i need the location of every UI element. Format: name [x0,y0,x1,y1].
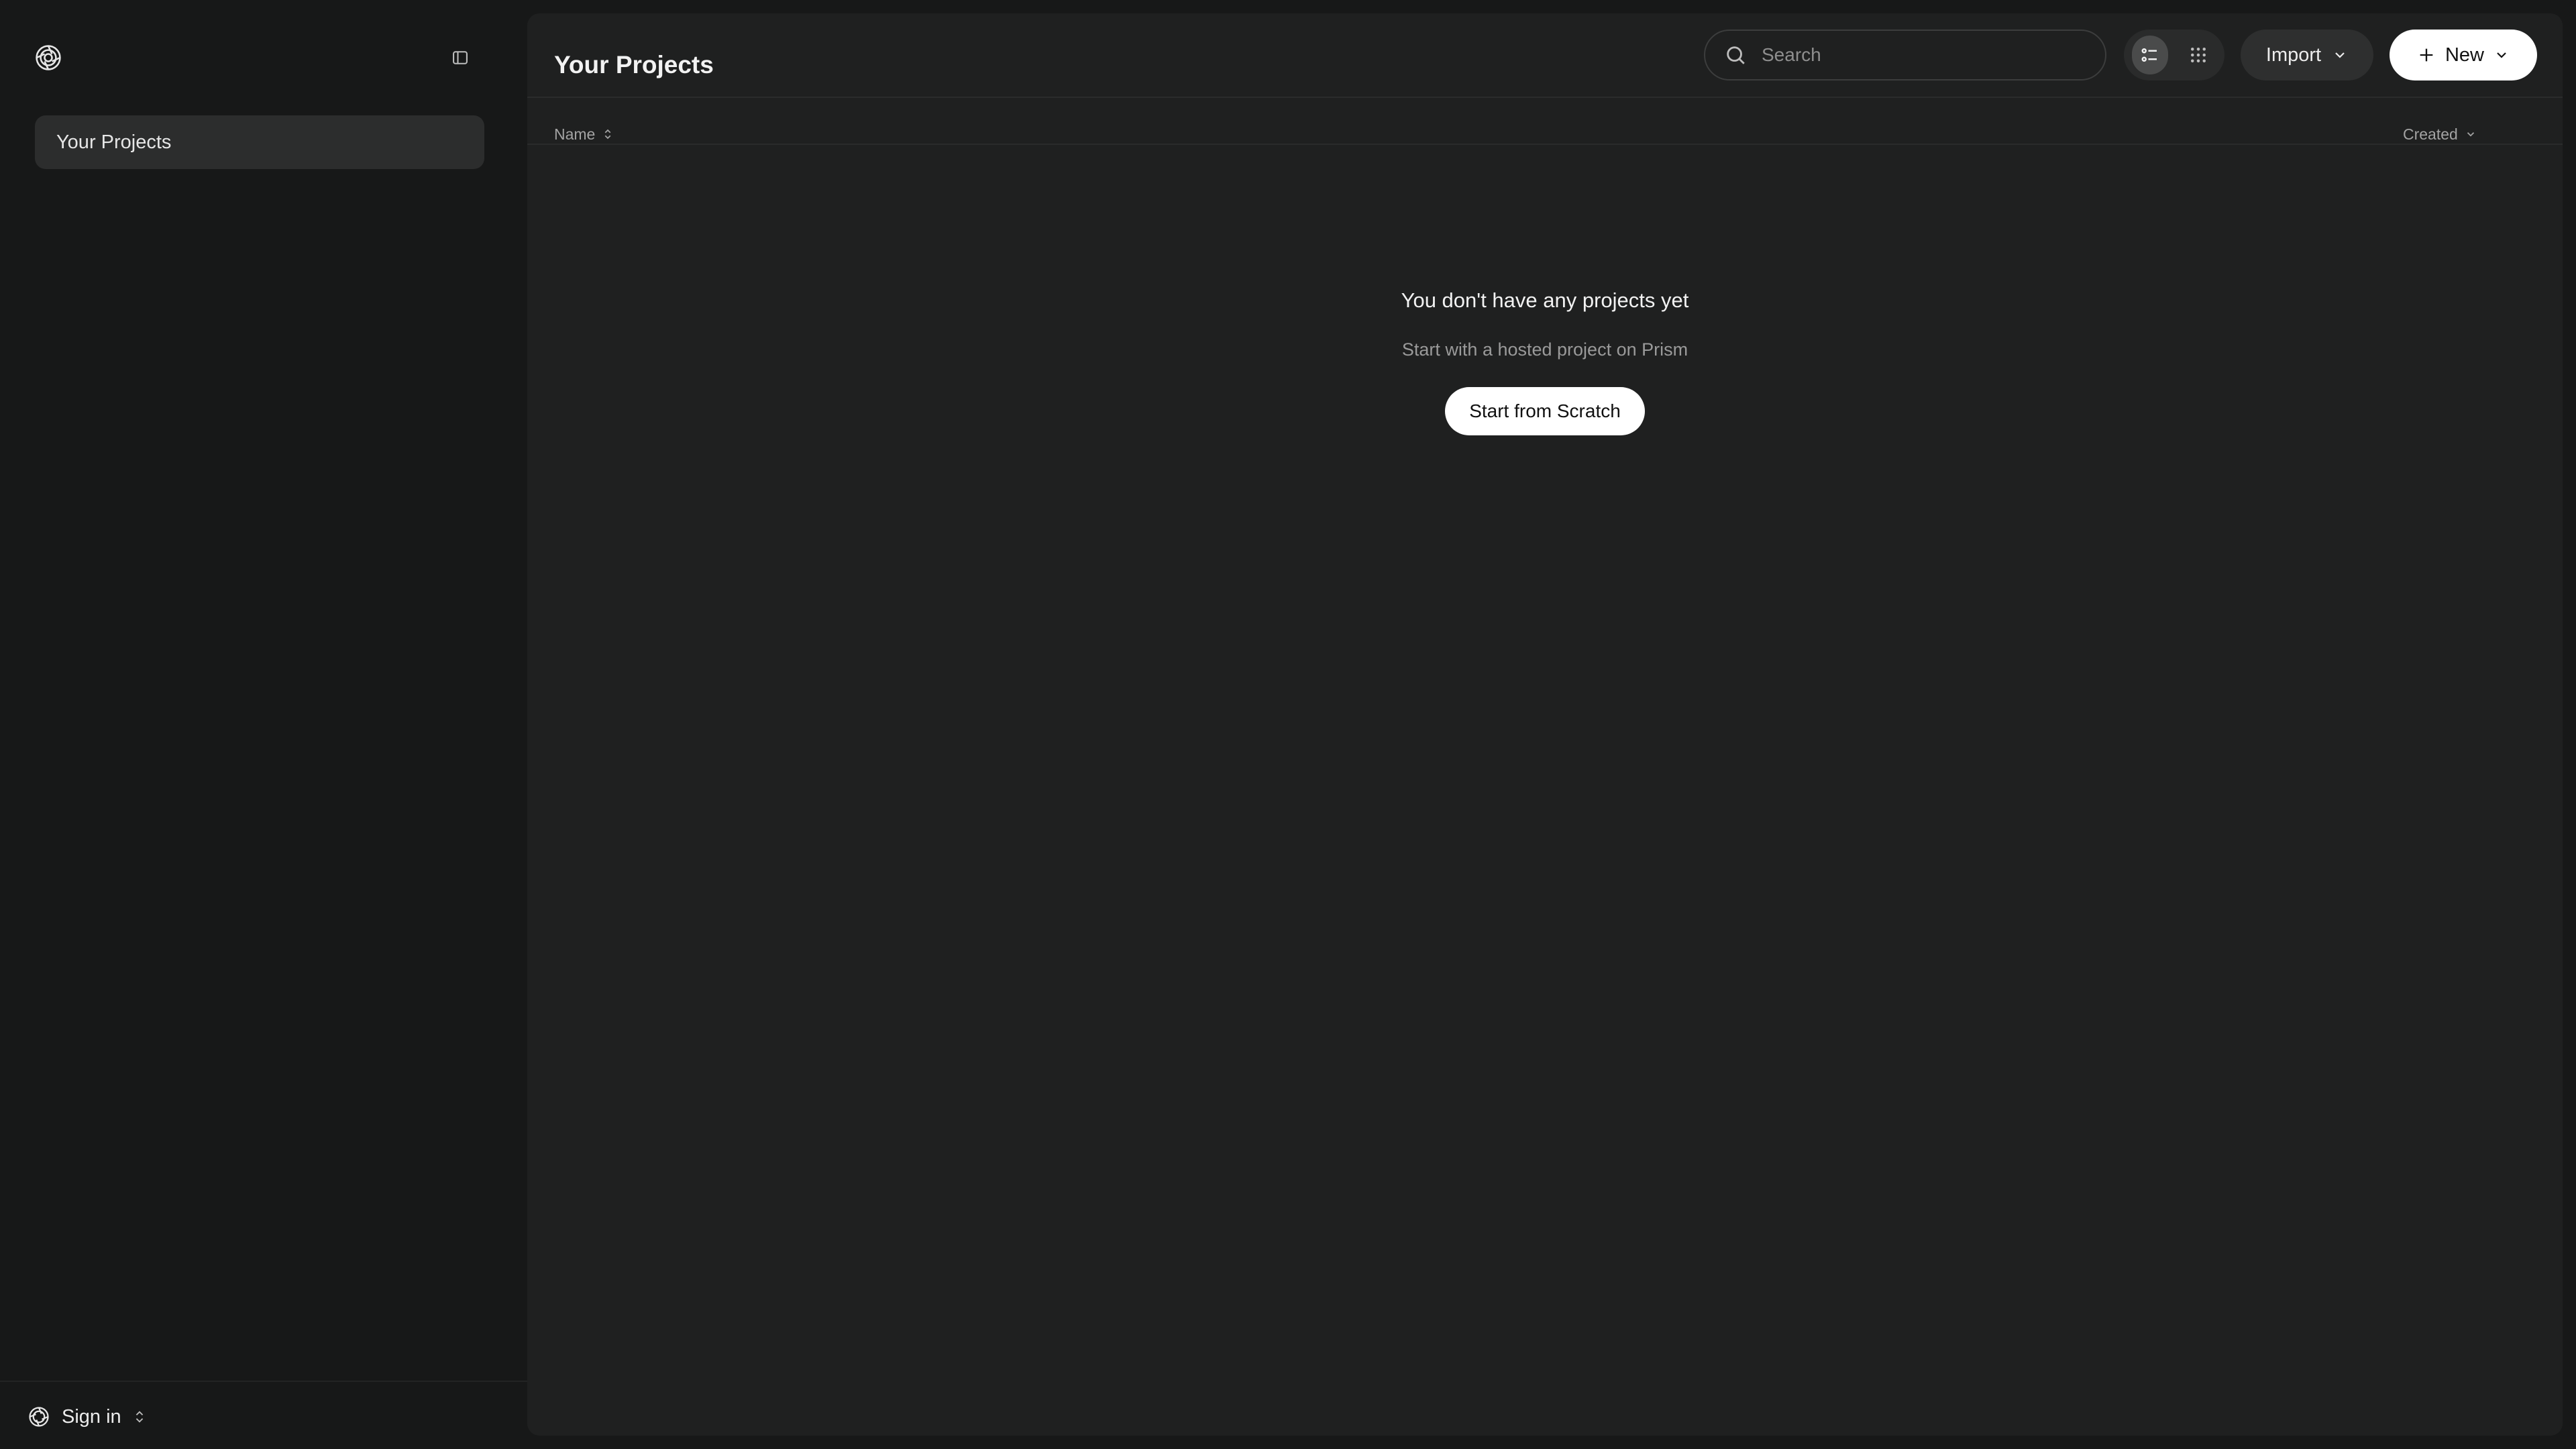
column-name-label: Name [554,125,596,143]
main-panel: Your Projects Search Import New Name Cre… [527,13,2563,1436]
search-box[interactable] [1704,30,2106,80]
plus-icon [2420,48,2433,62]
new-button[interactable]: New [2390,30,2537,80]
view-mode-toggle [2124,30,2224,80]
page-title: Your Projects [554,51,714,78]
sort-icon [604,129,611,140]
grid-view-icon [2191,48,2206,62]
sidebar-footer: Sign in [0,1381,527,1449]
openai-logo-icon[interactable] [32,42,64,74]
app-window: Your Projects Sign in Your Projects Sear… [0,0,2576,1449]
search-input[interactable] [1762,44,2105,66]
sign-in-button[interactable]: Sign in [27,1401,147,1433]
sidebar-toggle-button[interactable] [445,43,475,72]
grid-view-button[interactable] [2180,36,2216,74]
header-divider [527,97,2563,98]
column-created-label: Created [2403,125,2458,143]
sidebar-item-label: Your Projects [56,131,172,153]
sidebar: Your Projects Sign in [0,0,527,1449]
sidebar-item-your-projects[interactable]: Your Projects [35,115,484,169]
empty-state-subtitle: Start with a hosted project on Prism [1401,339,1688,360]
search-icon [1727,46,1745,64]
sign-in-label: Sign in [62,1405,121,1428]
empty-state: You don't have any projects yet Start wi… [527,288,2563,435]
empty-state-title: You don't have any projects yet [1401,288,1689,312]
start-from-scratch-button[interactable]: Start from Scratch [1445,387,1645,435]
chevron-up-down-icon [136,1411,143,1423]
import-button[interactable]: Import [2241,30,2373,80]
list-view-button[interactable] [2132,36,2168,74]
new-label: New [2445,44,2484,66]
list-divider [527,144,2563,145]
import-label: Import [2265,44,2322,66]
chevron-down-icon [2467,132,2474,137]
list-view-icon [2141,48,2157,62]
openai-logo-icon [29,1407,49,1427]
sidebar-toggle-icon [453,51,468,64]
chevron-down-icon [2497,52,2506,58]
chevron-down-icon [2335,52,2345,58]
